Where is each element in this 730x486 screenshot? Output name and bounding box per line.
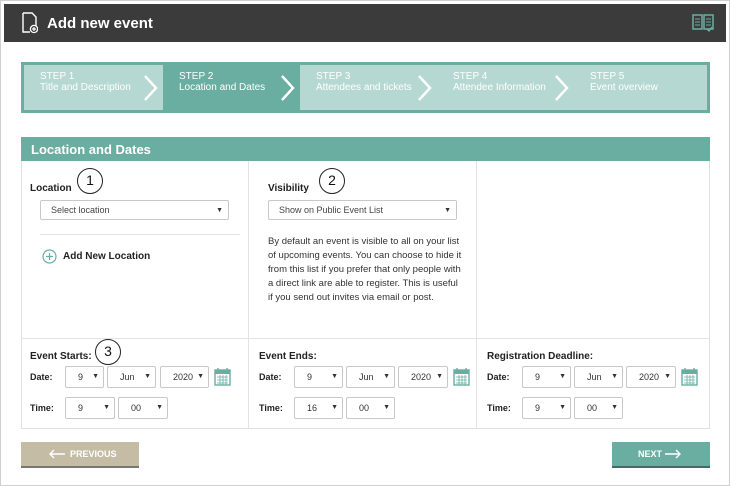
end-year-value: 2020	[411, 372, 432, 382]
caret-down-icon: ▼	[559, 404, 566, 411]
caret-down-icon: ▼	[331, 373, 338, 380]
chevron-right-icon	[281, 75, 295, 101]
page-title: Add new event	[47, 15, 153, 32]
caret-down-icon: ▼	[664, 373, 671, 380]
start-hour-value: 9	[78, 403, 84, 413]
date-label: Date:	[487, 372, 510, 382]
divider	[21, 338, 710, 339]
end-month-value: Jun	[359, 372, 374, 382]
book-icon[interactable]	[692, 14, 714, 32]
deadline-hour-value: 9	[535, 403, 541, 413]
deadline-year-select[interactable]: 2020 ▼	[626, 366, 676, 388]
location-select-value: Select location	[51, 205, 110, 215]
caret-down-icon: ▼	[92, 373, 99, 380]
end-minute-select[interactable]: 00 ▼	[346, 397, 395, 419]
caret-down-icon: ▼	[216, 207, 223, 214]
chevron-right-icon	[144, 75, 158, 101]
caret-down-icon: ▼	[331, 404, 338, 411]
time-label: Time:	[487, 403, 511, 413]
arrow-right-icon	[665, 449, 681, 459]
registration-deadline-label: Registration Deadline:	[487, 351, 594, 362]
start-minute-value: 00	[131, 403, 142, 413]
caret-down-icon: ▼	[103, 404, 110, 411]
time-label: Time:	[259, 403, 283, 413]
step-label: Event overview	[590, 82, 658, 93]
caret-down-icon: ▼	[383, 373, 390, 380]
caret-down-icon: ▼	[144, 373, 151, 380]
visibility-label: Visibility	[268, 183, 309, 194]
location-label: Location	[30, 183, 72, 194]
deadline-minute-value: 00	[587, 403, 598, 413]
callout-marker: 2	[319, 168, 345, 194]
arrow-left-icon	[49, 449, 65, 459]
deadline-day-select[interactable]: 9 ▼	[522, 366, 571, 388]
header-bar: Add new event	[4, 4, 726, 42]
start-month-select[interactable]: Jun ▼	[107, 366, 156, 388]
start-hour-select[interactable]: 9 ▼	[65, 397, 115, 419]
caret-down-icon: ▼	[197, 373, 204, 380]
document-add-icon	[22, 12, 38, 34]
end-hour-value: 16	[307, 403, 318, 413]
deadline-month-value: Jun	[587, 372, 602, 382]
date-label: Date:	[259, 372, 282, 382]
start-minute-select[interactable]: 00 ▼	[118, 397, 168, 419]
next-label: NEXT	[638, 449, 663, 459]
visibility-select[interactable]: Show on Public Event List ▼	[268, 200, 457, 220]
calendar-icon[interactable]	[214, 367, 231, 386]
visibility-description: By default an event is visible to all on…	[268, 236, 462, 303]
step-label: Attendee Information	[453, 82, 546, 93]
step-5[interactable]: STEP 5 Event overview	[574, 65, 707, 110]
deadline-month-select[interactable]: Jun ▼	[574, 366, 623, 388]
end-day-select[interactable]: 9 ▼	[294, 366, 343, 388]
add-new-location-label: Add New Location	[63, 251, 151, 262]
divider	[476, 161, 477, 429]
step-progress-bar: STEP 1 Title and Description STEP 2 Loca…	[21, 62, 710, 113]
time-label: Time:	[30, 403, 54, 413]
caret-down-icon: ▼	[383, 404, 390, 411]
section-title: Location and Dates	[21, 137, 710, 161]
start-day-value: 9	[78, 372, 84, 382]
start-year-value: 2020	[173, 372, 194, 382]
divider	[40, 234, 240, 235]
end-year-select[interactable]: 2020 ▼	[398, 366, 448, 388]
step-number: STEP 5	[590, 71, 625, 82]
start-year-select[interactable]: 2020 ▼	[160, 366, 209, 388]
deadline-minute-select[interactable]: 00 ▼	[574, 397, 623, 419]
previous-button[interactable]: PREVIOUS	[21, 442, 139, 466]
callout-marker: 3	[95, 339, 121, 365]
start-month-value: Jun	[120, 372, 135, 382]
deadline-hour-select[interactable]: 9 ▼	[522, 397, 571, 419]
end-minute-value: 00	[359, 403, 370, 413]
plus-circle-icon	[42, 249, 57, 264]
callout-marker: 1	[77, 168, 103, 194]
calendar-icon[interactable]	[681, 367, 698, 386]
step-label: Attendees and tickets	[316, 82, 412, 93]
location-select[interactable]: Select location ▼	[40, 200, 229, 220]
chevron-right-icon	[555, 75, 569, 101]
caret-down-icon: ▼	[156, 404, 163, 411]
event-ends-label: Event Ends:	[259, 351, 317, 362]
calendar-icon[interactable]	[453, 367, 470, 386]
divider	[248, 161, 249, 429]
caret-down-icon: ▼	[611, 373, 618, 380]
previous-label: PREVIOUS	[70, 449, 117, 459]
chevron-right-icon	[418, 75, 432, 101]
caret-down-icon: ▼	[444, 207, 451, 214]
caret-down-icon: ▼	[611, 404, 618, 411]
caret-down-icon: ▼	[559, 373, 566, 380]
end-month-select[interactable]: Jun ▼	[346, 366, 395, 388]
caret-down-icon: ▼	[436, 373, 443, 380]
date-label: Date:	[30, 372, 53, 382]
end-day-value: 9	[307, 372, 313, 382]
step-label: Location and Dates	[179, 82, 266, 93]
next-button[interactable]: NEXT	[612, 442, 710, 466]
step-label: Title and Description	[40, 82, 131, 93]
visibility-select-value: Show on Public Event List	[279, 205, 384, 215]
event-starts-label: Event Starts:	[30, 351, 92, 362]
start-day-select[interactable]: 9 ▼	[65, 366, 104, 388]
deadline-day-value: 9	[535, 372, 541, 382]
deadline-year-value: 2020	[639, 372, 660, 382]
end-hour-select[interactable]: 16 ▼	[294, 397, 343, 419]
